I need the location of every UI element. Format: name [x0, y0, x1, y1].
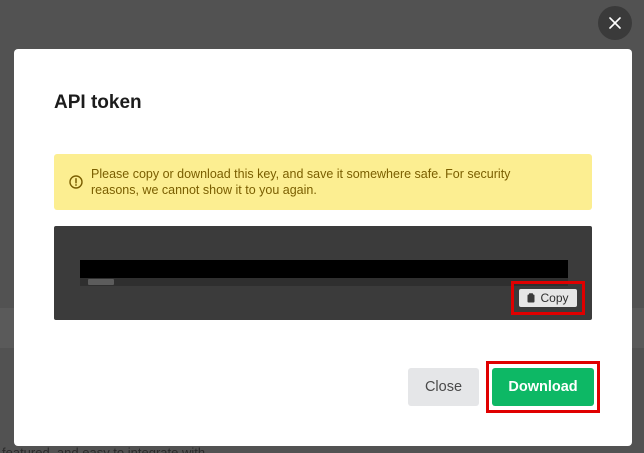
- token-scrollbar[interactable]: [80, 278, 568, 286]
- api-token-modal: API token Please copy or download this k…: [14, 49, 632, 446]
- alert-message: Please copy or download this key, and sa…: [91, 167, 511, 197]
- download-highlight: Download: [486, 361, 600, 413]
- token-scrollbar-thumb[interactable]: [88, 279, 114, 285]
- close-button[interactable]: Close: [408, 368, 479, 406]
- copy-highlight: Copy: [511, 281, 585, 315]
- copy-button[interactable]: Copy: [519, 289, 577, 307]
- warning-circle-icon: [69, 175, 83, 189]
- close-icon: [609, 17, 621, 29]
- modal-title: API token: [54, 92, 142, 113]
- copy-button-label: Copy: [540, 291, 569, 305]
- download-button[interactable]: Download: [492, 368, 594, 406]
- token-display: Copy: [54, 226, 592, 320]
- overlay-close-button[interactable]: [598, 6, 632, 40]
- background-text: featured, and easy to integrate with: [2, 445, 206, 453]
- token-value-redacted: [80, 260, 568, 278]
- security-alert: Please copy or download this key, and sa…: [54, 154, 592, 210]
- clipboard-icon: [527, 293, 535, 303]
